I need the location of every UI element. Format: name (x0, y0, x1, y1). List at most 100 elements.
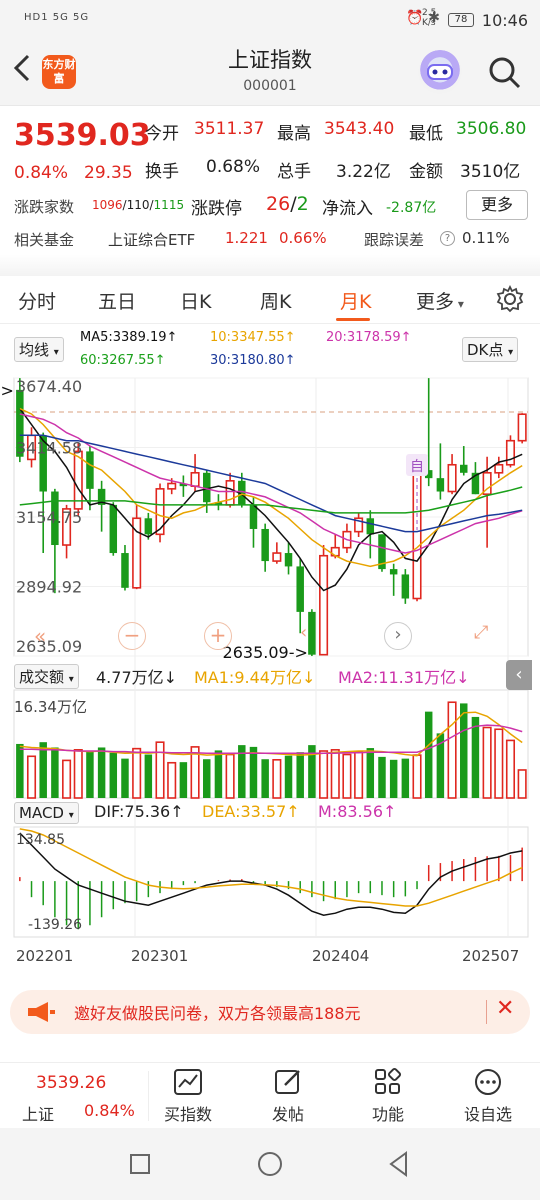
volume-select[interactable]: 成交额 ▾ (14, 664, 79, 689)
macd-panel-frame (13, 826, 529, 938)
bottom-index-pct: 0.84% (84, 1101, 135, 1120)
battery-icon: 78 (448, 13, 474, 27)
next-icon[interactable]: › (384, 622, 412, 650)
candle-body (460, 464, 468, 473)
more-button[interactable]: 更多 (466, 190, 528, 220)
y-tick-label: 3674.40 (16, 377, 82, 396)
volume-bar (296, 752, 304, 798)
volume-bar (342, 753, 352, 799)
grid-icon (373, 1067, 403, 1097)
indicator-select[interactable]: 均线 ▾ (14, 337, 64, 362)
nav-functions[interactable]: 功能 (348, 1067, 428, 1125)
nav-buy-index[interactable]: 买指数 (148, 1067, 228, 1125)
low-annotation: 2635.09-> (223, 643, 308, 662)
help-icon[interactable]: ? (440, 231, 455, 246)
x-tick-1: 202301 (131, 947, 189, 965)
fund-percent: 0.66% (279, 229, 327, 247)
nav-post[interactable]: 发帖 (248, 1067, 328, 1125)
fund-name[interactable]: 上证综合ETF (108, 229, 195, 250)
volume-bar (203, 759, 211, 798)
banner-divider (486, 1000, 487, 1024)
open-value: 3511.37 (194, 119, 265, 139)
breadth-label: 涨跌家数 (14, 198, 75, 216)
settings-gear-icon[interactable] (496, 284, 524, 313)
assistant-robot-icon[interactable] (418, 50, 462, 94)
edit-icon (273, 1067, 303, 1097)
fullscreen-icon[interactable]: ⤢ (474, 622, 502, 650)
change-percent: 0.84% (14, 163, 69, 183)
turnover-label: 换手 (145, 162, 179, 182)
network-speed: 2.5 K/s (422, 8, 437, 28)
dk-point-select[interactable]: DK点 ▾ (462, 337, 519, 362)
y-tick-label: 2894.92 (16, 578, 82, 597)
volume-bar (424, 711, 433, 798)
clock: 10:46 (481, 11, 528, 30)
nav-add-watchlist[interactable]: 设自选 (448, 1067, 528, 1125)
limit-values: 26/2 (266, 193, 309, 215)
collapsed-row-divider (0, 254, 540, 276)
bottom-nav: 3539.26 上证 0.84% 买指数 发帖 功能 设自选 (0, 1062, 540, 1128)
zoom-in-icon[interactable]: + (204, 622, 232, 650)
chart-icon (173, 1067, 203, 1097)
ma10-label: 10:3347.55↑ (210, 330, 296, 345)
search-icon[interactable] (486, 54, 522, 90)
tab-weekly-k[interactable]: 周K (260, 287, 291, 314)
scroll-left-icon[interactable]: « (34, 624, 46, 648)
candle-body (261, 528, 269, 562)
collapse-panel-icon[interactable]: ‹ (506, 660, 532, 690)
volume-value: 3.22亿 (336, 162, 391, 182)
candle-body (505, 439, 516, 466)
tab-five-day[interactable]: 五日 (98, 287, 136, 314)
tab-intraday[interactable]: 分时 (18, 287, 56, 314)
tab-daily-k[interactable]: 日K (180, 287, 211, 314)
ma-line-20 (19, 413, 523, 554)
candle-body (249, 504, 258, 529)
prev-icon[interactable]: ‹ (300, 622, 324, 652)
candle-body (109, 504, 118, 554)
volume-bar (109, 752, 118, 798)
current-price: 3539.03 (14, 118, 151, 153)
zoom-out-icon[interactable]: − (118, 622, 146, 650)
volume-value: 4.77万亿↓ (96, 668, 178, 687)
macd-axis-top: 134.85 (16, 832, 65, 848)
macd-select[interactable]: MACD ▾ (14, 802, 79, 824)
volume-bar (39, 742, 47, 798)
banner-text: 邀好友做股民问卷，双方各领最高188元 (74, 1004, 361, 1023)
bottom-index-name: 上证 (22, 1105, 55, 1124)
back-icon[interactable] (10, 50, 38, 94)
volume-label: 总手 (277, 162, 311, 182)
volume-bar (505, 739, 516, 799)
home-icon[interactable] (258, 1152, 282, 1176)
volume-axis-top: 16.34万亿 (14, 698, 87, 716)
tracking-error-value: 0.11% (462, 229, 510, 247)
amount-value: 3510亿 (460, 162, 521, 182)
volume-bar (354, 750, 364, 799)
tab-more[interactable]: 更多 ▾ (416, 287, 464, 314)
open-label: 今开 (145, 124, 179, 144)
ma5-label: MA5:3389.19↑ (80, 330, 178, 345)
high-value: 3543.40 (324, 119, 395, 139)
limit-label: 涨跌停 (191, 199, 242, 219)
system-nav-bar (0, 1128, 540, 1200)
macd-dif: DIF:75.36↑ (94, 802, 184, 821)
change-value: 29.35 (84, 163, 133, 183)
tab-monthly-k[interactable]: 月K (340, 287, 371, 314)
candle-body (296, 566, 304, 612)
x-tick-0: 202201 (16, 947, 74, 965)
volume-bar (62, 759, 72, 799)
netflow-label: 净流入 (322, 199, 373, 219)
volume-bar (517, 769, 527, 799)
low-label: 最低 (409, 124, 443, 144)
ma-line-10 (19, 407, 523, 568)
volume-bar (401, 758, 410, 798)
app-header: 上证指数 000001 东方财富 (0, 40, 540, 106)
ma60-label: 60:3267.55↑ (80, 353, 166, 368)
app-logo[interactable]: 东方财富 (42, 55, 76, 89)
high-annotation: 3674.40-> (0, 381, 14, 400)
bottom-index-price[interactable]: 3539.26 (36, 1073, 106, 1093)
close-icon[interactable]: ✕ (496, 996, 514, 1021)
candle-body (401, 574, 410, 599)
promo-banner[interactable]: 邀好友做股民问卷，双方各领最高188元 ✕ (10, 990, 530, 1034)
recent-apps-icon[interactable] (130, 1154, 150, 1174)
back-nav-icon[interactable] (386, 1150, 412, 1178)
